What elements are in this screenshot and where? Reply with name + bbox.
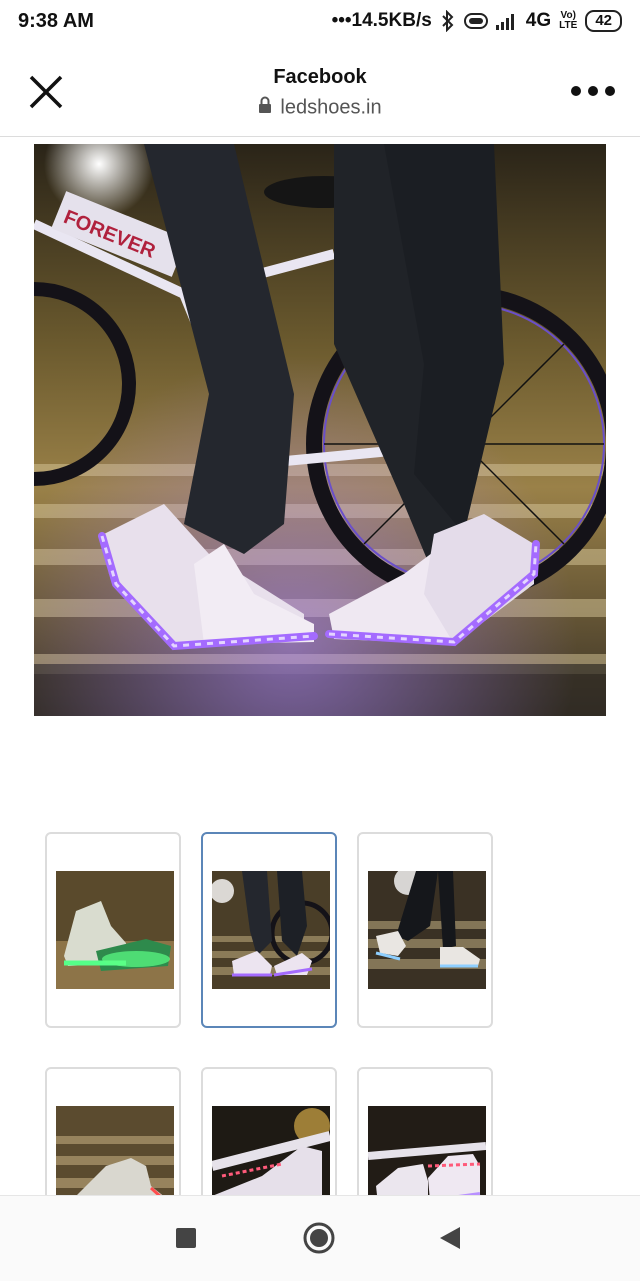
url-display[interactable]: ledshoes.in xyxy=(0,96,640,120)
led-shoes-bicycle-photo: FOREVER xyxy=(34,144,606,716)
thumbnail-image-green-shoes xyxy=(56,871,174,989)
thumbnail-image-walking xyxy=(368,871,486,989)
status-time: 9:38 AM xyxy=(18,10,94,32)
status-indicators: •••14.5KB/s 4G Vo) LTE 42 xyxy=(332,10,622,32)
lock-icon xyxy=(258,96,272,120)
home-icon xyxy=(303,1222,335,1254)
recent-apps-button[interactable] xyxy=(166,1218,206,1258)
volte-bottom: LTE xyxy=(559,20,578,31)
thumbnail-3[interactable] xyxy=(357,832,493,1028)
thumbnail-image-bicycle xyxy=(212,871,330,989)
back-icon xyxy=(440,1227,460,1249)
thumbnail-1[interactable] xyxy=(45,832,181,1028)
network-speed: •••14.5KB/s xyxy=(331,10,432,31)
system-navigation-bar xyxy=(0,1195,640,1281)
status-bar: 9:38 AM •••14.5KB/s 4G Vo) LTE 42 xyxy=(0,0,640,44)
signal-icon xyxy=(495,12,518,30)
main-product-image[interactable]: FOREVER xyxy=(34,144,606,716)
more-dots-icon xyxy=(571,86,615,96)
thumbnail-2[interactable] xyxy=(201,832,337,1028)
battery-saver-icon xyxy=(463,12,488,30)
page-title: Facebook xyxy=(273,66,367,88)
bluetooth-icon xyxy=(440,10,456,32)
recent-apps-icon xyxy=(176,1228,196,1248)
home-button[interactable] xyxy=(299,1218,339,1258)
more-options-button[interactable] xyxy=(570,84,616,98)
battery-indicator: 42 xyxy=(585,10,622,32)
back-button[interactable] xyxy=(430,1218,470,1258)
browser-header: Facebook ledshoes.in xyxy=(0,44,640,137)
volte-indicator: Vo) LTE xyxy=(559,11,577,31)
network-type: 4G xyxy=(525,10,552,31)
url-text: ledshoes.in xyxy=(280,96,382,119)
